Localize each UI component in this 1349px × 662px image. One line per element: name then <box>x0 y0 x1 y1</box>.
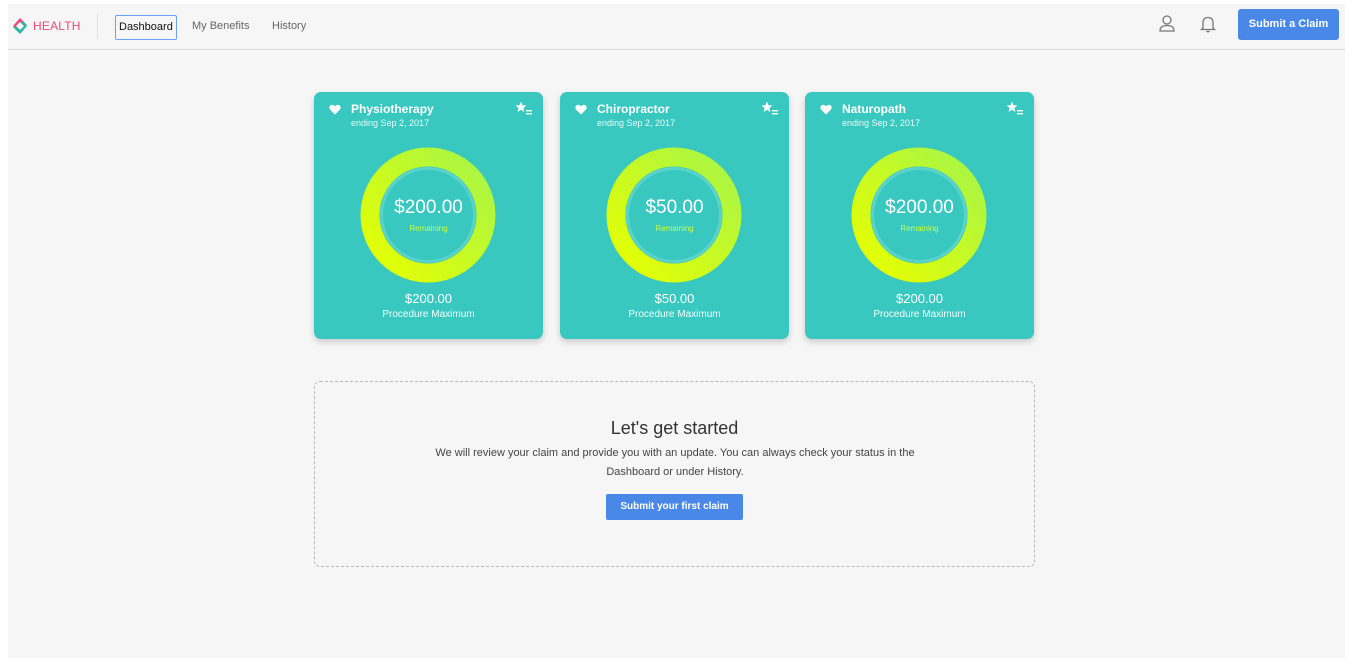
heart-icon[interactable] <box>575 104 587 115</box>
card-subtitle: ending Sep 2, 2017 <box>842 118 921 128</box>
card-title: Physiotherapy <box>351 102 434 116</box>
nav-link-history[interactable]: History <box>269 15 309 40</box>
card-title: Naturopath <box>842 102 906 116</box>
app-frame: HEALTH Dashboard My Benefits History Sub… <box>8 4 1345 658</box>
remaining-amount: $200.00 <box>394 197 463 218</box>
brand-name: HEALTH <box>33 19 81 33</box>
remaining-label: Remaining <box>655 224 694 233</box>
brand[interactable]: HEALTH <box>12 17 81 35</box>
user-icon[interactable] <box>1157 14 1177 34</box>
procedure-maximum-label: Procedure Maximum <box>628 309 721 320</box>
procedure-maximum-amount: $200.00 <box>896 291 943 306</box>
nav-divider <box>97 14 98 39</box>
benefit-card[interactable]: Physiotherapy ending Sep 2, 2017 $200.00 Re… <box>314 92 543 339</box>
star-list-icon[interactable] <box>515 101 533 117</box>
get-started-panel: Let's get started We will review your cl… <box>314 381 1035 567</box>
heart-icon[interactable] <box>820 104 832 115</box>
remaining-amount: $200.00 <box>885 197 954 218</box>
procedure-maximum-label: Procedure Maximum <box>382 309 475 320</box>
remaining-label: Remaining <box>900 224 939 233</box>
remaining-label: Remaining <box>409 224 448 233</box>
card-subtitle: ending Sep 2, 2017 <box>597 118 676 128</box>
procedure-maximum-amount: $50.00 <box>654 291 695 306</box>
get-started-description: We will review your claim and provide yo… <box>435 447 915 478</box>
top-nav: HEALTH Dashboard My Benefits History Sub… <box>8 4 1345 50</box>
submit-first-claim-button[interactable]: Submit your first claim <box>606 494 743 520</box>
card-title: Chiropractor <box>597 102 670 116</box>
submit-claim-button[interactable]: Submit a Claim <box>1238 9 1339 40</box>
procedure-maximum-label: Procedure Maximum <box>873 309 966 320</box>
star-list-icon[interactable] <box>761 101 779 117</box>
bell-icon[interactable] <box>1198 14 1218 34</box>
benefit-card[interactable]: Naturopath ending Sep 2, 2017 $200.00 Remai… <box>805 92 1034 339</box>
nav-link-dashboard[interactable]: Dashboard <box>115 15 177 40</box>
remaining-amount: $50.00 <box>645 197 704 218</box>
get-started-title: Let's get started <box>610 418 739 438</box>
procedure-maximum-amount: $200.00 <box>405 291 452 306</box>
heart-icon[interactable] <box>329 104 341 115</box>
card-subtitle: ending Sep 2, 2017 <box>351 118 430 128</box>
brand-logo-icon <box>13 18 27 34</box>
nav-link-my-benefits[interactable]: My Benefits <box>189 15 252 40</box>
benefit-card[interactable]: Chiropractor ending Sep 2, 2017 $50.00 Rema… <box>560 92 789 339</box>
star-list-icon[interactable] <box>1006 101 1024 117</box>
